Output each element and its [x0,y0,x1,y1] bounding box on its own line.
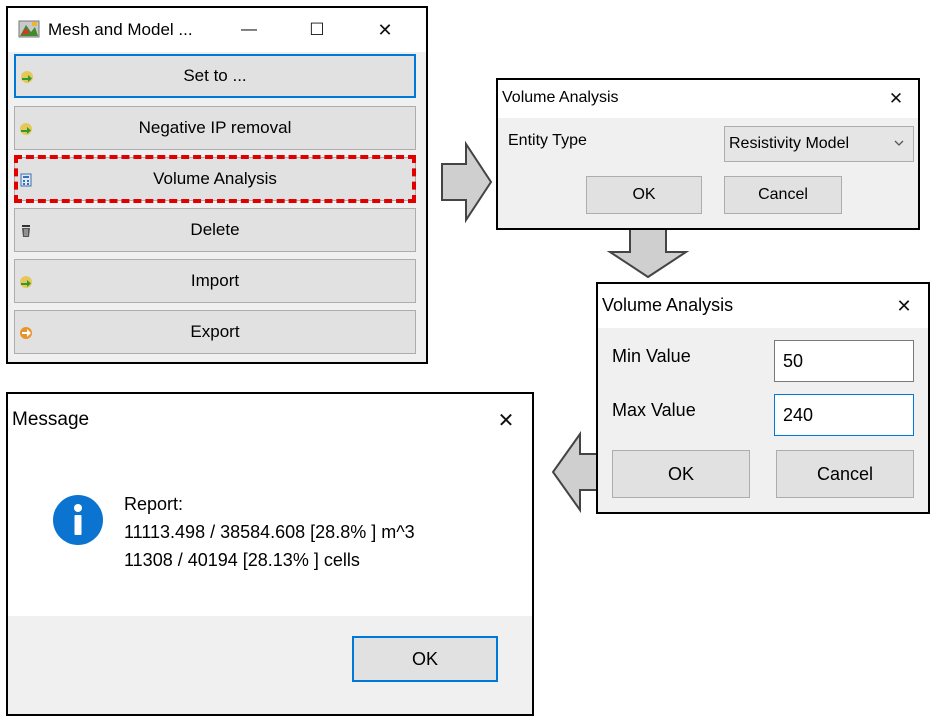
maximize-button[interactable]: ☐ [294,8,340,52]
green-arrow-icon [19,274,33,288]
orange-export-icon [19,325,33,339]
mesh-model-window: Mesh and Model ... — ☐ ✕ Set to ... Nega… [6,6,428,364]
range-dialog-titlebar: Volume Analysis ✕ [598,284,928,328]
set-to-button[interactable]: Set to ... [14,54,416,98]
max-value-label: Max Value [612,400,696,420]
green-arrow-icon [20,69,34,83]
cancel-button[interactable]: Cancel [724,176,842,214]
info-icon [52,494,104,546]
delete-button[interactable]: Delete [14,208,416,252]
mesh-model-titlebar: Mesh and Model ... — ☐ ✕ [8,8,426,52]
close-button[interactable]: ✕ [362,8,408,52]
message-titlebar: Message ✕ [8,394,532,446]
entity-type-value: Resistivity Model [729,135,850,152]
export-button[interactable]: Export [14,310,416,354]
range-dialog: Volume Analysis ✕ Min Value 50 Max Value… [596,282,930,514]
negative-ip-removal-button[interactable]: Negative IP removal [14,106,416,150]
report-volume: 11113.498 / 38584.608 [28.8% ] m^3 [124,522,415,542]
close-button[interactable]: ✕ [482,394,530,446]
import-label: Import [190,271,240,290]
chevron-down-icon [893,135,905,156]
entity-type-label: Entity Type [508,132,587,149]
export-label: Export [190,322,240,341]
ok-button[interactable]: OK [612,450,750,498]
entity-dialog-title: Volume Analysis [502,89,619,106]
max-value-text: 240 [783,404,814,425]
entity-type-dialog: Volume Analysis ✕ Entity Type Resistivit… [496,78,920,230]
app-icon [18,20,40,38]
trash-icon [19,223,33,237]
volume-analysis-label: Volume Analysis [153,169,277,188]
min-value-text: 50 [783,350,804,371]
import-button[interactable]: Import [14,259,416,303]
ok-button[interactable]: OK [352,636,498,682]
min-value-label: Min Value [612,346,691,366]
calculator-icon [19,172,33,187]
right-flow-arrow [441,140,493,224]
report-cells: 11308 / 40194 [28.13% ] cells [124,550,360,570]
message-footer: OK [8,616,532,714]
ok-button[interactable]: OK [586,176,702,214]
delete-label: Delete [190,220,240,239]
message-title: Message [12,409,90,430]
minimize-button[interactable]: — [226,8,272,52]
message-dialog: Message ✕ Report: 11113.498 / 38584.608 … [6,392,534,716]
set-to-label: Set to ... [183,66,247,85]
volume-analysis-button[interactable]: Volume Analysis [14,157,416,201]
close-button[interactable]: ✕ [876,80,916,118]
entity-type-select[interactable]: Resistivity Model [724,126,914,162]
negative-ip-removal-label: Negative IP removal [138,118,292,137]
close-button[interactable]: ✕ [882,284,926,328]
cancel-button[interactable]: Cancel [776,450,914,498]
entity-dialog-titlebar: Volume Analysis ✕ [498,80,918,118]
report-title: Report: [124,494,184,514]
down-flow-arrow [606,227,690,279]
min-value-input[interactable]: 50 [774,340,914,382]
mesh-model-title: Mesh and Model ... [48,20,193,39]
green-arrow-icon [19,121,33,135]
max-value-input[interactable]: 240 [774,394,914,436]
range-dialog-title: Volume Analysis [602,295,734,315]
